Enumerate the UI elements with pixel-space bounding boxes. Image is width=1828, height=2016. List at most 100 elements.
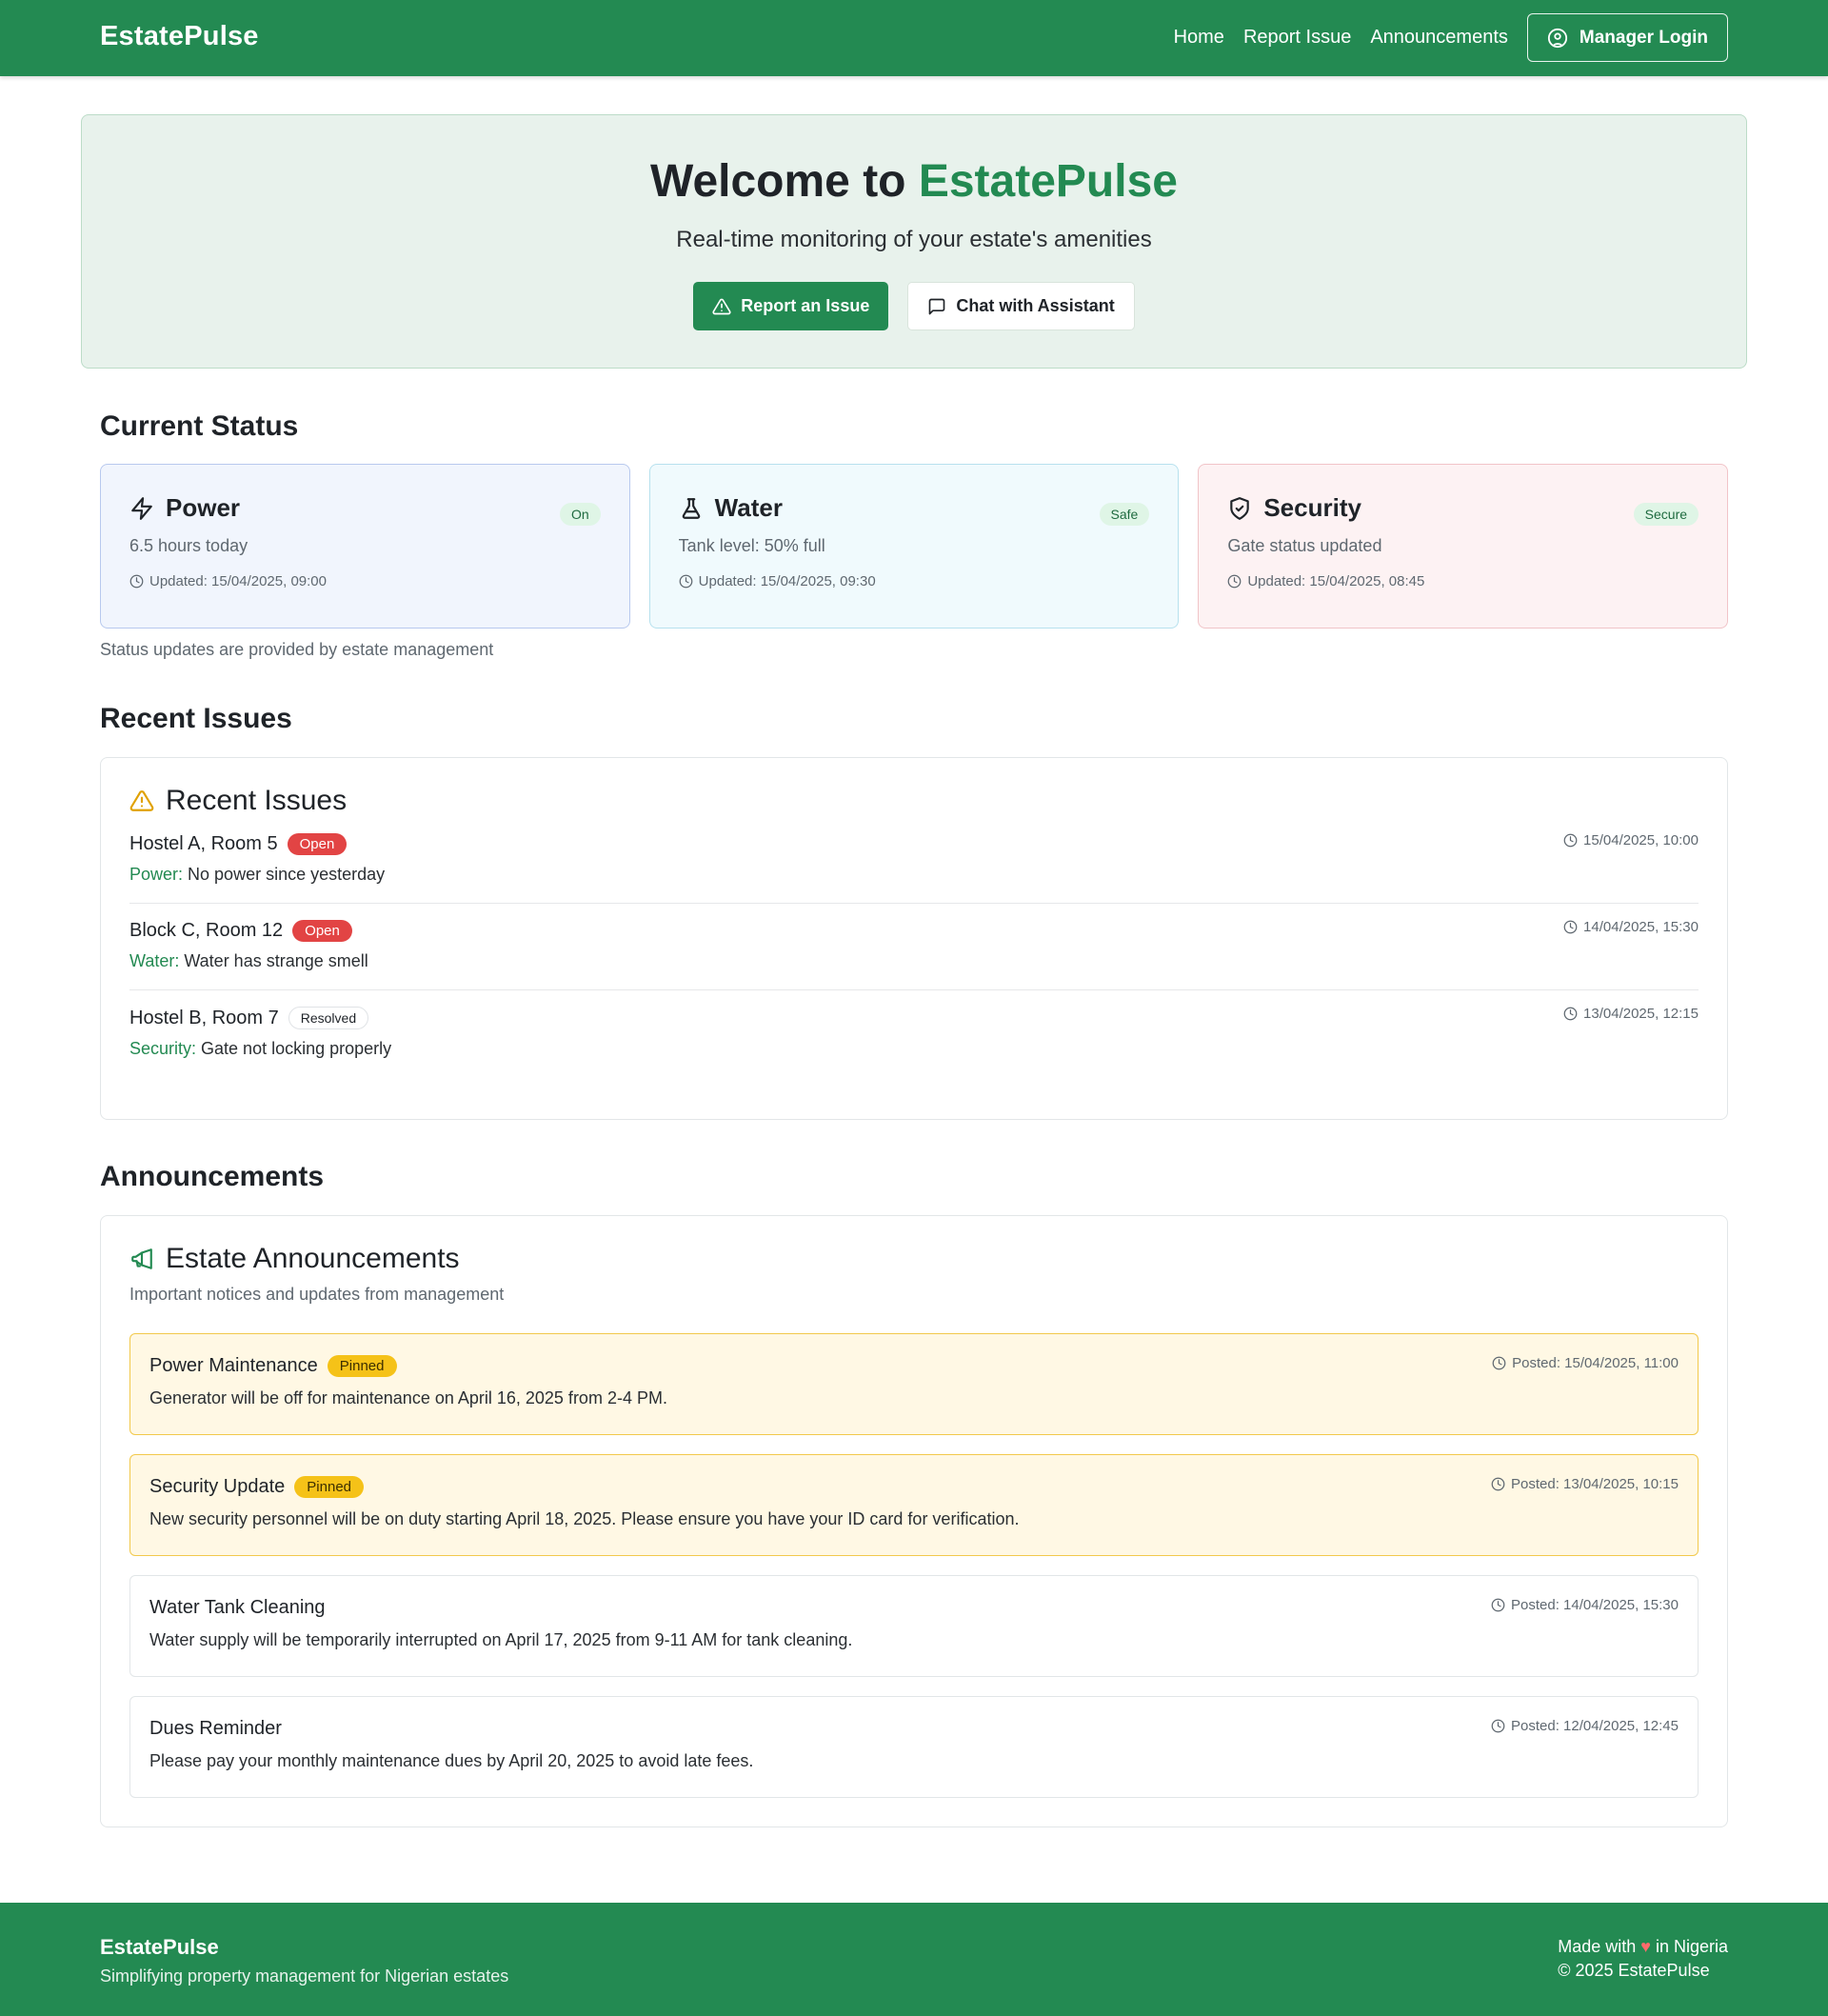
- footer-tagline: Simplifying property management for Nige…: [100, 1966, 509, 1986]
- status-badge: On: [559, 503, 601, 526]
- issue-location: Hostel B, Room 7: [129, 1007, 279, 1028]
- issue-time-text: 14/04/2025, 15:30: [1583, 919, 1699, 935]
- card-header: Security: [1227, 493, 1699, 523]
- card-detail: Gate status updated: [1227, 536, 1382, 555]
- issue-time: 14/04/2025, 15:30: [1563, 919, 1699, 935]
- made-with-line: Made with ♥ in Nigeria: [1558, 1935, 1728, 1959]
- nav-links: Home Report Issue Announcements Manager …: [1174, 13, 1728, 62]
- announcement-item[interactable]: Security Update Pinned New security pers…: [129, 1454, 1699, 1556]
- announcements-heading: Announcements: [100, 1161, 325, 1192]
- status-note: Status updates are provided by estate ma…: [100, 640, 494, 659]
- megaphone-icon: [131, 1248, 152, 1269]
- nav-link-report-issue[interactable]: Report Issue: [1243, 27, 1351, 49]
- issue-status-badge: Open: [292, 920, 352, 942]
- issue-time-text: 15/04/2025, 10:00: [1583, 832, 1699, 848]
- announcement-posted-text: Posted: 12/04/2025, 12:45: [1511, 1718, 1679, 1734]
- announcement-body: Generator will be off for maintenance on…: [149, 1388, 667, 1407]
- report-issue-button[interactable]: Report an Issue: [693, 282, 889, 330]
- announcement-posted: Posted: 13/04/2025, 10:15: [1491, 1476, 1679, 1492]
- warning-icon: [129, 790, 154, 811]
- issue-item[interactable]: Hostel B, Room 7 Resolved Security: Gate…: [129, 990, 1699, 1077]
- clock-icon: [1563, 1007, 1578, 1021]
- issue-status-badge: Resolved: [288, 1007, 369, 1029]
- recent-issues-panel: Recent Issues Hostel A, Room 5 Open Powe…: [100, 757, 1728, 1120]
- manager-login-label: Manager Login: [1579, 27, 1708, 48]
- announcement-item[interactable]: Water Tank Cleaning Water supply will be…: [129, 1575, 1699, 1677]
- footer-credits: Made with ♥ in Nigeria © 2025 EstatePuls…: [1558, 1935, 1728, 1983]
- clock-icon: [1491, 1598, 1505, 1612]
- issue-category: Water:: [129, 951, 180, 970]
- issue-header: Hostel B, Room 7 Resolved: [129, 1007, 1699, 1029]
- announcement-item[interactable]: Power Maintenance Pinned Generator will …: [129, 1333, 1699, 1435]
- made-with-suffix: in Nigeria: [1650, 1937, 1728, 1956]
- card-updated: Updated: 15/04/2025, 08:45: [1227, 573, 1699, 589]
- announcement-posted: Posted: 15/04/2025, 11:00: [1492, 1355, 1679, 1371]
- top-navbar: EstatePulse Home Report Issue Announceme…: [0, 0, 1828, 76]
- announcement-item[interactable]: Dues Reminder Please pay your monthly ma…: [129, 1696, 1699, 1798]
- issue-description: Security: Gate not locking properly: [129, 1039, 1699, 1059]
- announcement-posted: Posted: 12/04/2025, 12:45: [1491, 1718, 1679, 1734]
- issue-status-badge: Open: [287, 833, 348, 855]
- announcement-title: Dues Reminder: [149, 1718, 282, 1739]
- announcement-posted-text: Posted: 14/04/2025, 15:30: [1511, 1597, 1679, 1613]
- announcements-panel: Estate Announcements Important notices a…: [100, 1215, 1728, 1827]
- announcement-title: Security Update: [149, 1476, 286, 1497]
- pinned-badge: Pinned: [327, 1355, 397, 1377]
- hero-title-prefix: Welcome to: [650, 156, 919, 207]
- status-card-security: Security Secure Gate status updated Upda…: [1198, 464, 1729, 629]
- clock-icon: [1491, 1477, 1505, 1491]
- panel-title: Recent Issues: [166, 785, 348, 816]
- announcement-title: Water Tank Cleaning: [149, 1597, 326, 1618]
- issue-time: 13/04/2025, 12:15: [1563, 1006, 1699, 1022]
- brand-logo[interactable]: EstatePulse: [100, 21, 259, 52]
- manager-login-button[interactable]: Manager Login: [1526, 13, 1728, 62]
- zap-icon: [131, 496, 152, 520]
- announcement-header: Security Update Pinned: [149, 1476, 1679, 1498]
- issue-category: Power:: [129, 865, 184, 884]
- issue-time: 15/04/2025, 10:00: [1563, 832, 1699, 848]
- footer: EstatePulse Simplifying property managem…: [0, 1903, 1828, 2016]
- nav-link-home[interactable]: Home: [1174, 27, 1224, 49]
- issue-header: Block C, Room 12 Open: [129, 920, 1699, 942]
- announcement-header: Power Maintenance Pinned: [149, 1355, 1679, 1377]
- report-issue-label: Report an Issue: [741, 296, 870, 315]
- panel-subtitle: Important notices and updates from manag…: [129, 1285, 505, 1304]
- issue-category: Security:: [129, 1039, 197, 1058]
- card-detail: 6.5 hours today: [129, 536, 248, 555]
- issue-item[interactable]: Hostel A, Room 5 Open Power: No power si…: [129, 817, 1699, 904]
- clock-icon: [1491, 1719, 1505, 1733]
- card-updated-text: Updated: 15/04/2025, 09:30: [698, 573, 876, 589]
- hero-title: Welcome to EstatePulse: [82, 155, 1746, 208]
- recent-issues-heading: Recent Issues: [100, 703, 292, 734]
- nav-link-announcements[interactable]: Announcements: [1370, 27, 1508, 49]
- card-updated-text: Updated: 15/04/2025, 09:00: [149, 573, 327, 589]
- flask-icon: [682, 497, 700, 519]
- issue-item[interactable]: Block C, Room 12 Open Water: Water has s…: [129, 904, 1699, 990]
- card-updated: Updated: 15/04/2025, 09:30: [679, 573, 1150, 589]
- announcement-body: Please pay your monthly maintenance dues…: [149, 1751, 754, 1770]
- announcement-posted: Posted: 14/04/2025, 15:30: [1491, 1597, 1679, 1613]
- announcement-body: Water supply will be temporarily interru…: [149, 1630, 853, 1649]
- announcement-posted-text: Posted: 13/04/2025, 10:15: [1511, 1476, 1679, 1492]
- chat-assistant-label: Chat with Assistant: [956, 296, 1115, 315]
- hero-banner: Welcome to EstatePulse Real-time monitor…: [81, 114, 1747, 369]
- clock-icon: [129, 574, 144, 589]
- issue-header: Hostel A, Room 5 Open: [129, 833, 1699, 855]
- issue-description: Water: Water has strange smell: [129, 951, 1699, 971]
- pinned-badge: Pinned: [294, 1476, 365, 1498]
- heart-icon: ♥: [1640, 1937, 1651, 1956]
- panel-title: Estate Announcements: [166, 1243, 460, 1274]
- status-badge: Secure: [1633, 503, 1699, 526]
- announcement-posted-text: Posted: 15/04/2025, 11:00: [1512, 1355, 1679, 1371]
- card-detail: Tank level: 50% full: [678, 536, 825, 555]
- announcement-list: Power Maintenance Pinned Generator will …: [129, 1333, 1699, 1798]
- card-header: Water: [679, 493, 1150, 523]
- clock-icon: [679, 574, 693, 589]
- card-title: Water: [714, 493, 783, 522]
- hero-subtitle: Real-time monitoring of your estate's am…: [676, 227, 1152, 252]
- status-badge: Safe: [1099, 503, 1150, 526]
- issue-list: Hostel A, Room 5 Open Power: No power si…: [129, 817, 1699, 1077]
- chat-assistant-button[interactable]: Chat with Assistant: [907, 282, 1135, 330]
- issue-location: Block C, Room 12: [129, 920, 284, 941]
- announcement-body: New security personnel will be on duty s…: [149, 1509, 1020, 1528]
